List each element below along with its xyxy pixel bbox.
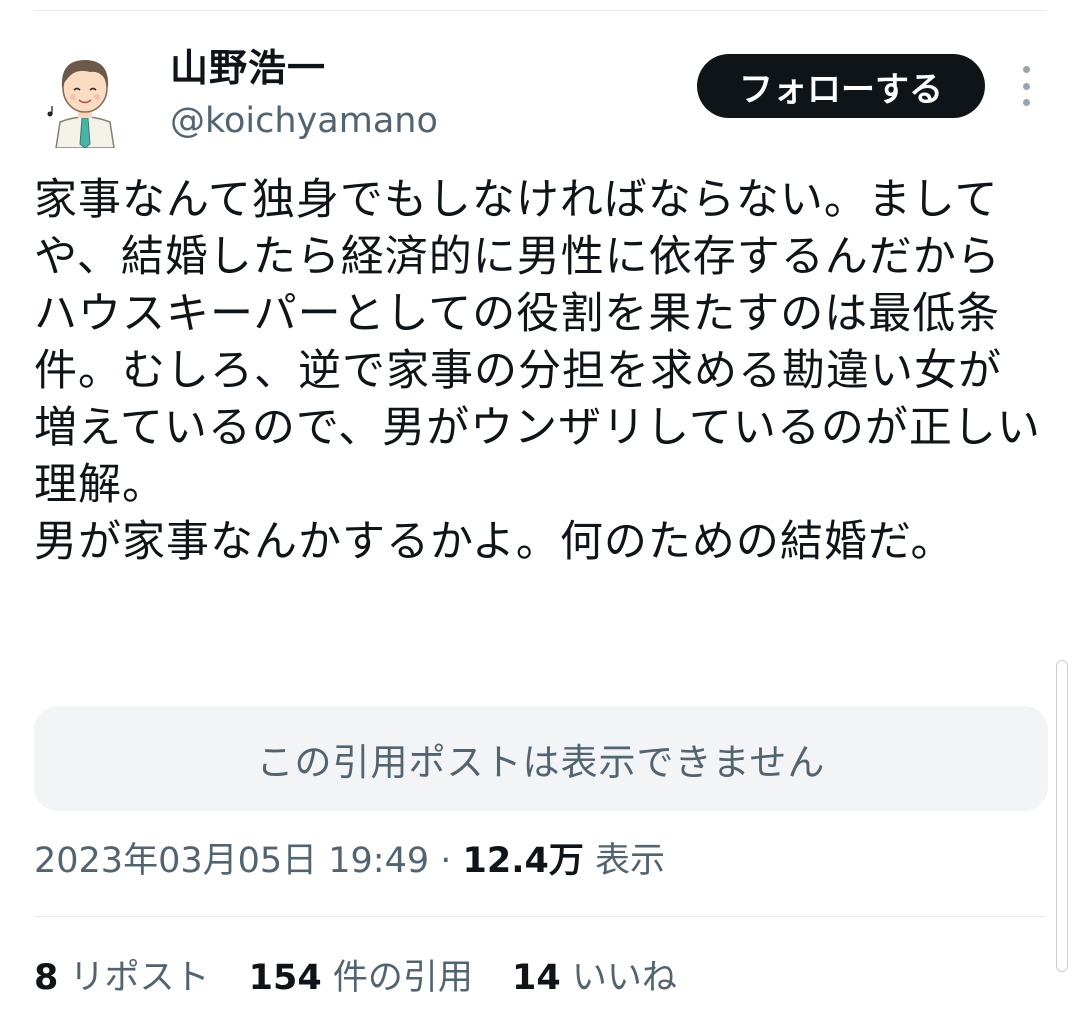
quotes-count: 154 xyxy=(248,958,322,998)
engagement-stats: 8 リポスト 154 件の引用 14 いいね xyxy=(34,952,705,1004)
quotes-label: 件の引用 xyxy=(321,958,473,998)
reposts-count: 8 xyxy=(34,958,59,998)
scrollbar[interactable] xyxy=(1056,660,1068,972)
tweet-text: 家事なんて独身でもしなければならない。ましてや、結婚したら経済的に男性に依存する… xyxy=(34,172,1044,571)
follow-button[interactable]: フォローする xyxy=(697,54,985,118)
reposts-label: リポスト xyxy=(58,958,210,998)
views-label: 表示 xyxy=(583,841,666,881)
quotes-stat[interactable]: 154 件の引用 xyxy=(249,952,473,1004)
quote-unavailable-card: この引用ポストは表示できません xyxy=(34,706,1048,811)
likes-stat[interactable]: 14 いいね xyxy=(512,952,677,1004)
tweet-meta: 2023年03月05日 19:49 · 12.4万 表示 xyxy=(34,836,665,886)
likes-count: 14 xyxy=(511,958,561,998)
views-count: 12.4万 xyxy=(462,841,584,881)
tweet-paragraph: 家事なんて独身でもしなければならない。ましてや、結婚したら経済的に男性に依存する… xyxy=(34,175,1041,510)
author-name[interactable]: 山野浩一 xyxy=(170,46,326,92)
more-options-icon[interactable] xyxy=(1014,66,1038,106)
stats-divider xyxy=(34,916,1046,917)
reposts-stat[interactable]: 8 リポスト xyxy=(34,952,210,1004)
tweet-paragraph: 男が家事なんかするかよ。何のための結婚だ。 xyxy=(34,517,955,567)
timestamp[interactable]: 2023年03月05日 19:49 xyxy=(34,841,429,881)
avatar-illustration xyxy=(47,60,115,149)
likes-label: いいね xyxy=(560,958,677,998)
author-handle[interactable]: @koichyamano xyxy=(170,100,438,142)
quote-unavailable-text: この引用ポストは表示できません xyxy=(256,740,826,784)
meta-separator: · xyxy=(429,841,463,881)
top-divider xyxy=(34,10,1046,11)
avatar[interactable] xyxy=(46,48,124,149)
